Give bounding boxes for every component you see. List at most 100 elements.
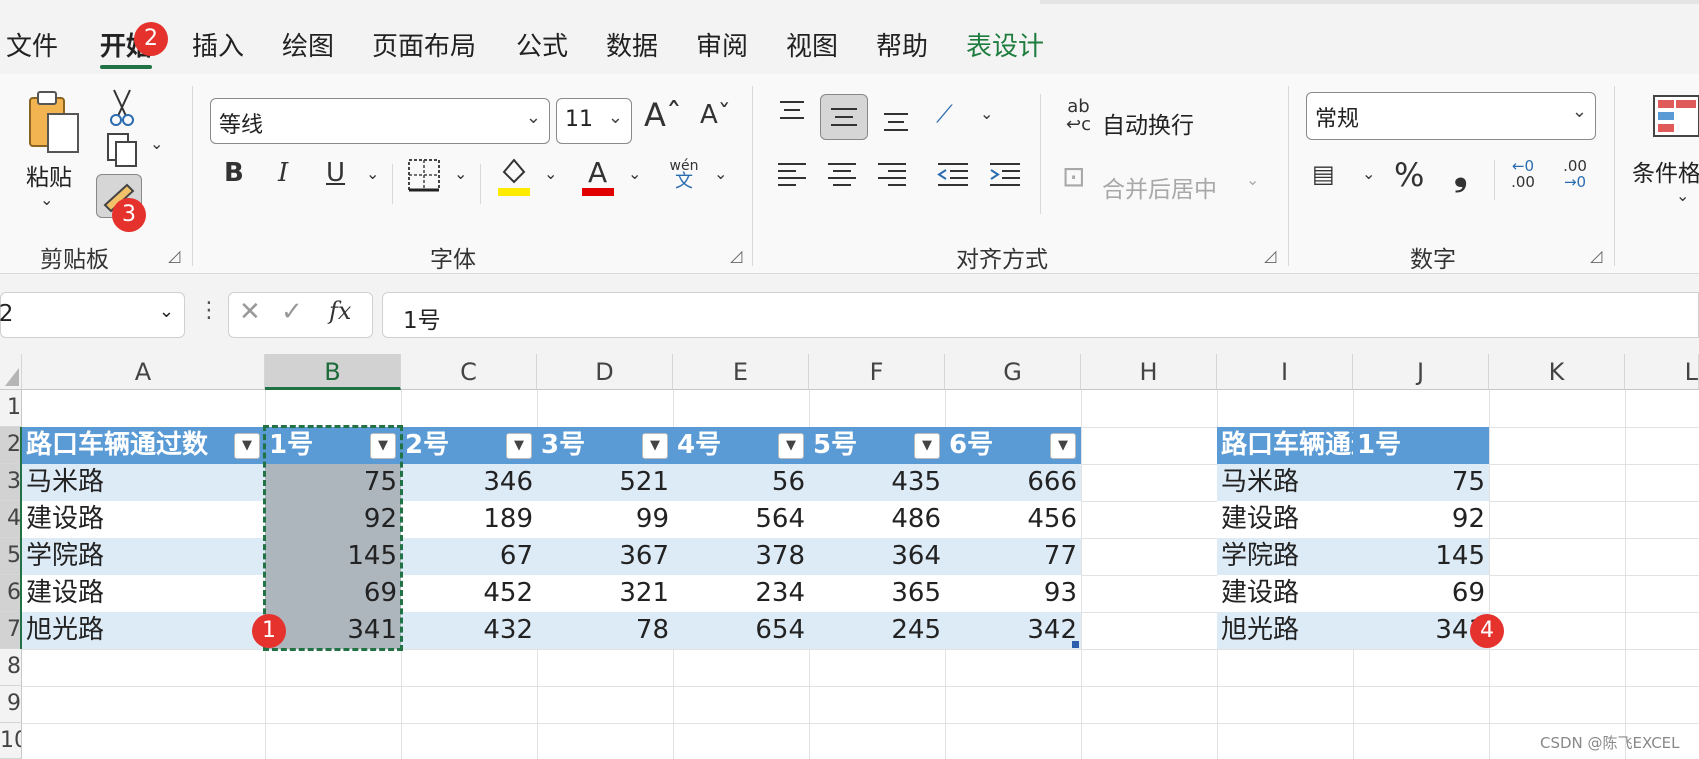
enter-icon[interactable]: ✓ [281,297,303,327]
conditional-formatting-button[interactable]: 条件格 [1632,154,1699,188]
tab-data[interactable]: 数据 [606,26,658,63]
table-cell[interactable]: 234 [673,575,809,612]
table1-header-road[interactable]: 路口车辆通过数 [22,427,265,464]
paste-button[interactable]: 粘贴 [26,158,72,192]
table-cell[interactable]: 67 [401,538,537,575]
table-cell[interactable]: 245 [809,612,945,649]
comma-style-button[interactable]: ❟ [1454,154,1467,194]
table-cell[interactable]: 93 [945,575,1081,612]
accounting-format-icon[interactable]: ▤ [1312,160,1335,188]
filter-dropdown-icon[interactable]: ▼ [506,433,532,459]
underline-button[interactable]: U [326,158,345,188]
row-header-1[interactable]: 1 [0,390,22,427]
table-cell[interactable]: 69 [265,575,401,612]
table-cell[interactable]: 旭光路 [22,612,265,649]
table-cell[interactable]: 367 [537,538,673,575]
column-header-c[interactable]: C [401,354,537,390]
table-cell[interactable]: 77 [945,538,1081,575]
tab-insert[interactable]: 插入 [192,26,244,63]
decrease-font-icon[interactable]: Aˇ [700,100,731,130]
column-header-g[interactable]: G [945,354,1081,390]
table-cell[interactable]: 145 [1353,538,1489,575]
italic-button[interactable]: I [278,158,288,188]
table-cell[interactable]: 342 [945,612,1081,649]
borders-dropdown-icon[interactable]: ⌄ [454,164,467,183]
table2-header-road[interactable]: 路口车辆通过数 [1217,427,1353,464]
row-header-7[interactable]: 7 [0,612,22,649]
alignment-launcher-icon[interactable]: ◿ [1264,246,1276,265]
column-header-j[interactable]: J [1353,354,1489,390]
table-cell[interactable]: 69 [1353,575,1489,612]
formula-input[interactable]: 1号 [382,292,1699,338]
tab-file[interactable]: 文件 [6,26,58,63]
conditional-dropdown-icon[interactable]: ⌄ [1676,186,1689,205]
table2-header-day1[interactable]: 1号 [1353,427,1489,464]
accounting-dropdown-icon[interactable]: ⌄ [1362,164,1375,183]
row-header-8[interactable]: 8 [0,649,22,686]
tab-table-design[interactable]: 表设计 [966,26,1044,63]
row-header-9[interactable]: 9 [0,686,22,723]
align-bottom-icon[interactable] [880,104,912,134]
column-header-f[interactable]: F [809,354,945,390]
filter-dropdown-icon[interactable]: ▼ [642,433,668,459]
tab-page-layout[interactable]: 页面布局 [372,26,476,63]
column-header-e[interactable]: E [673,354,809,390]
phonetic-dropdown-icon[interactable]: ⌄ [714,164,727,183]
more-options-icon[interactable]: ⋮ [198,298,220,323]
table-cell[interactable]: 马米路 [1217,464,1353,501]
align-middle-icon[interactable] [820,94,868,140]
column-header-l[interactable]: L [1625,354,1699,390]
cut-icon[interactable] [104,88,140,128]
row-header-6[interactable]: 6 [0,575,22,612]
decrease-indent-icon[interactable] [936,160,970,190]
table-resize-handle[interactable] [1072,641,1079,648]
filter-dropdown-icon[interactable]: ▼ [234,433,260,459]
tab-draw[interactable]: 绘图 [282,26,334,63]
font-launcher-icon[interactable]: ◿ [730,246,742,265]
tab-view[interactable]: 视图 [786,26,838,63]
filter-dropdown-icon[interactable]: ▼ [370,433,396,459]
table-cell[interactable]: 452 [401,575,537,612]
table-cell[interactable]: 378 [673,538,809,575]
table-cell[interactable]: 99 [537,501,673,538]
align-top-icon[interactable] [776,98,808,128]
increase-decimal-icon[interactable]: ←0.00 [1504,158,1542,194]
percent-style-button[interactable]: % [1394,156,1424,194]
font-color-dropdown-icon[interactable]: ⌄ [628,164,641,183]
increase-indent-icon[interactable] [988,160,1022,190]
table-cell[interactable]: 学院路 [22,538,265,575]
table-cell[interactable]: 564 [673,501,809,538]
table-cell[interactable]: 建设路 [1217,575,1353,612]
font-name-select[interactable]: 等线 ⌄ [210,98,550,144]
increase-font-icon[interactable]: Aˆ [644,96,682,134]
align-right-icon[interactable] [876,160,908,190]
wrap-text-icon[interactable]: ab ↩c [1066,98,1091,134]
cancel-icon[interactable]: ✕ [239,297,261,327]
column-header-k[interactable]: K [1489,354,1625,390]
paste-icon[interactable] [24,88,84,160]
table-cell[interactable]: 学院路 [1217,538,1353,575]
select-all-corner[interactable] [0,354,22,390]
insert-function-icon[interactable]: fx [329,297,351,325]
column-header-a[interactable]: A [22,354,265,390]
filter-dropdown-icon[interactable]: ▼ [778,433,804,459]
name-box[interactable]: B2 ⌄ [0,292,185,338]
conditional-formatting-icon[interactable] [1652,92,1699,140]
row-header-4[interactable]: 4 [0,501,22,538]
column-header-i[interactable]: I [1217,354,1353,390]
fill-color-dropdown-icon[interactable]: ⌄ [544,164,557,183]
table-cell[interactable]: 666 [945,464,1081,501]
merge-center-button[interactable]: 合并后居中 [1102,170,1217,204]
table-cell[interactable]: 75 [265,464,401,501]
tab-help[interactable]: 帮助 [876,26,928,63]
font-size-select[interactable]: 11 ⌄ [556,98,632,144]
filter-dropdown-icon[interactable]: ▼ [914,433,940,459]
copy-icon[interactable] [104,130,144,170]
table-cell[interactable]: 建设路 [1217,501,1353,538]
table-cell[interactable]: 92 [265,501,401,538]
clipboard-launcher-icon[interactable]: ◿ [168,246,180,265]
row-header-10[interactable]: 10 [0,723,22,759]
orientation-icon[interactable]: ⟋ [936,100,953,128]
merge-dropdown-icon[interactable]: ⌄ [1246,170,1259,189]
table-cell[interactable]: 321 [537,575,673,612]
